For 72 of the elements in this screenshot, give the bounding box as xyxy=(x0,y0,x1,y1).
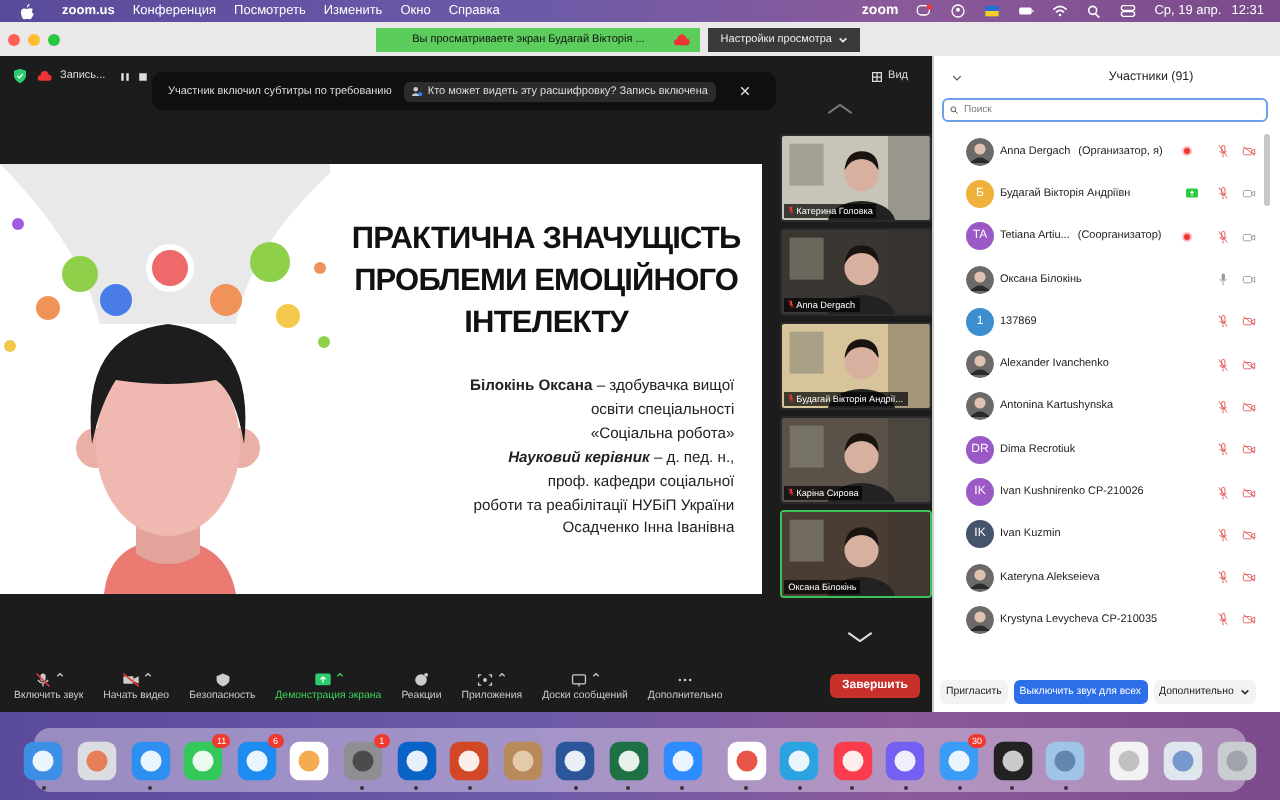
caret-icon[interactable] xyxy=(592,671,600,677)
video-off-icon[interactable] xyxy=(1242,527,1256,542)
video-off-icon[interactable] xyxy=(1242,442,1256,457)
video-off-icon[interactable] xyxy=(1242,612,1256,627)
video-off-icon[interactable] xyxy=(1242,399,1256,414)
caret-icon[interactable] xyxy=(335,671,344,677)
chat-icon[interactable] xyxy=(916,4,933,18)
muted-mic-icon[interactable] xyxy=(1216,527,1230,542)
app-icon[interactable] xyxy=(395,739,438,781)
caret-icon xyxy=(1239,687,1250,695)
video-off-icon xyxy=(121,671,140,687)
avatar-icon xyxy=(966,605,994,634)
slide-title-line: ІНТЕЛЕКТУ xyxy=(464,304,629,344)
stop-icon[interactable] xyxy=(137,71,148,81)
shield-icon[interactable] xyxy=(12,68,28,84)
app-icon[interactable] xyxy=(22,739,65,781)
apple-icon[interactable] xyxy=(20,3,34,19)
app-icon[interactable] xyxy=(607,739,650,781)
battery-icon[interactable] xyxy=(1018,4,1035,18)
muted-mic-icon[interactable] xyxy=(1216,399,1230,414)
close-icon[interactable] xyxy=(739,86,750,96)
muted-mic-icon[interactable] xyxy=(1216,314,1230,329)
zoom-button[interactable] xyxy=(48,33,60,45)
caret-icon[interactable] xyxy=(498,671,507,677)
mic-icon[interactable] xyxy=(1216,272,1230,287)
muted-mic-icon[interactable] xyxy=(1216,442,1230,457)
muted-mic-icon[interactable] xyxy=(1216,144,1230,159)
slide-title-line: ПРОБЛЕМИ ЕМОЦІЙНОГО xyxy=(354,260,739,302)
chevron-down-icon[interactable] xyxy=(952,73,962,81)
flag-icon[interactable] xyxy=(984,4,1001,18)
cloud-icon xyxy=(672,33,691,45)
muted-mic-icon[interactable] xyxy=(1216,485,1230,500)
control-center-icon[interactable] xyxy=(1120,4,1137,18)
chevron-up-icon[interactable] xyxy=(826,104,854,114)
avatar-icon xyxy=(966,265,994,294)
muted-mic-icon[interactable] xyxy=(1216,570,1230,585)
avatar-icon xyxy=(966,392,994,421)
share-screen-icon xyxy=(313,671,332,687)
person-icon xyxy=(411,86,422,96)
caret-icon xyxy=(838,35,848,43)
video-icon[interactable] xyxy=(1242,186,1256,201)
wifi-icon[interactable] xyxy=(1052,4,1069,18)
video-icon[interactable] xyxy=(1242,272,1256,287)
muted-mic-icon xyxy=(33,671,52,687)
search-icon[interactable] xyxy=(1086,4,1103,18)
smiley-icon xyxy=(412,671,431,687)
cloud-icon xyxy=(36,68,52,84)
video-off-icon[interactable] xyxy=(1242,314,1256,329)
video-off-icon[interactable] xyxy=(1242,357,1256,372)
caret-icon[interactable] xyxy=(55,671,64,677)
app-icon[interactable] xyxy=(554,739,597,781)
scrollbar-thumb[interactable] xyxy=(1264,134,1270,206)
avatar-icon xyxy=(966,563,994,592)
video-off-icon[interactable] xyxy=(1242,570,1256,585)
app-icon[interactable] xyxy=(991,739,1034,781)
grid-icon xyxy=(872,71,883,81)
caret-icon[interactable] xyxy=(143,671,152,677)
avatar-icon xyxy=(966,137,994,166)
muted-mic-icon[interactable] xyxy=(1216,186,1230,201)
video-icon[interactable] xyxy=(1242,229,1256,244)
video-off-icon[interactable] xyxy=(1242,485,1256,500)
slide-title-line: ПРАКТИЧНА ЗНАЧУЩІСТЬ xyxy=(351,220,741,260)
pause-icon[interactable] xyxy=(119,71,130,81)
board-icon xyxy=(570,671,588,687)
shield-icon xyxy=(213,671,232,687)
muted-mic-icon[interactable] xyxy=(1216,612,1230,627)
video-off-icon[interactable] xyxy=(1242,144,1256,159)
apps-icon xyxy=(476,671,495,687)
muted-mic-icon[interactable] xyxy=(1216,357,1230,372)
avatar-icon xyxy=(966,350,994,379)
close-button[interactable] xyxy=(8,33,20,45)
muted-mic-icon[interactable] xyxy=(1216,229,1230,244)
